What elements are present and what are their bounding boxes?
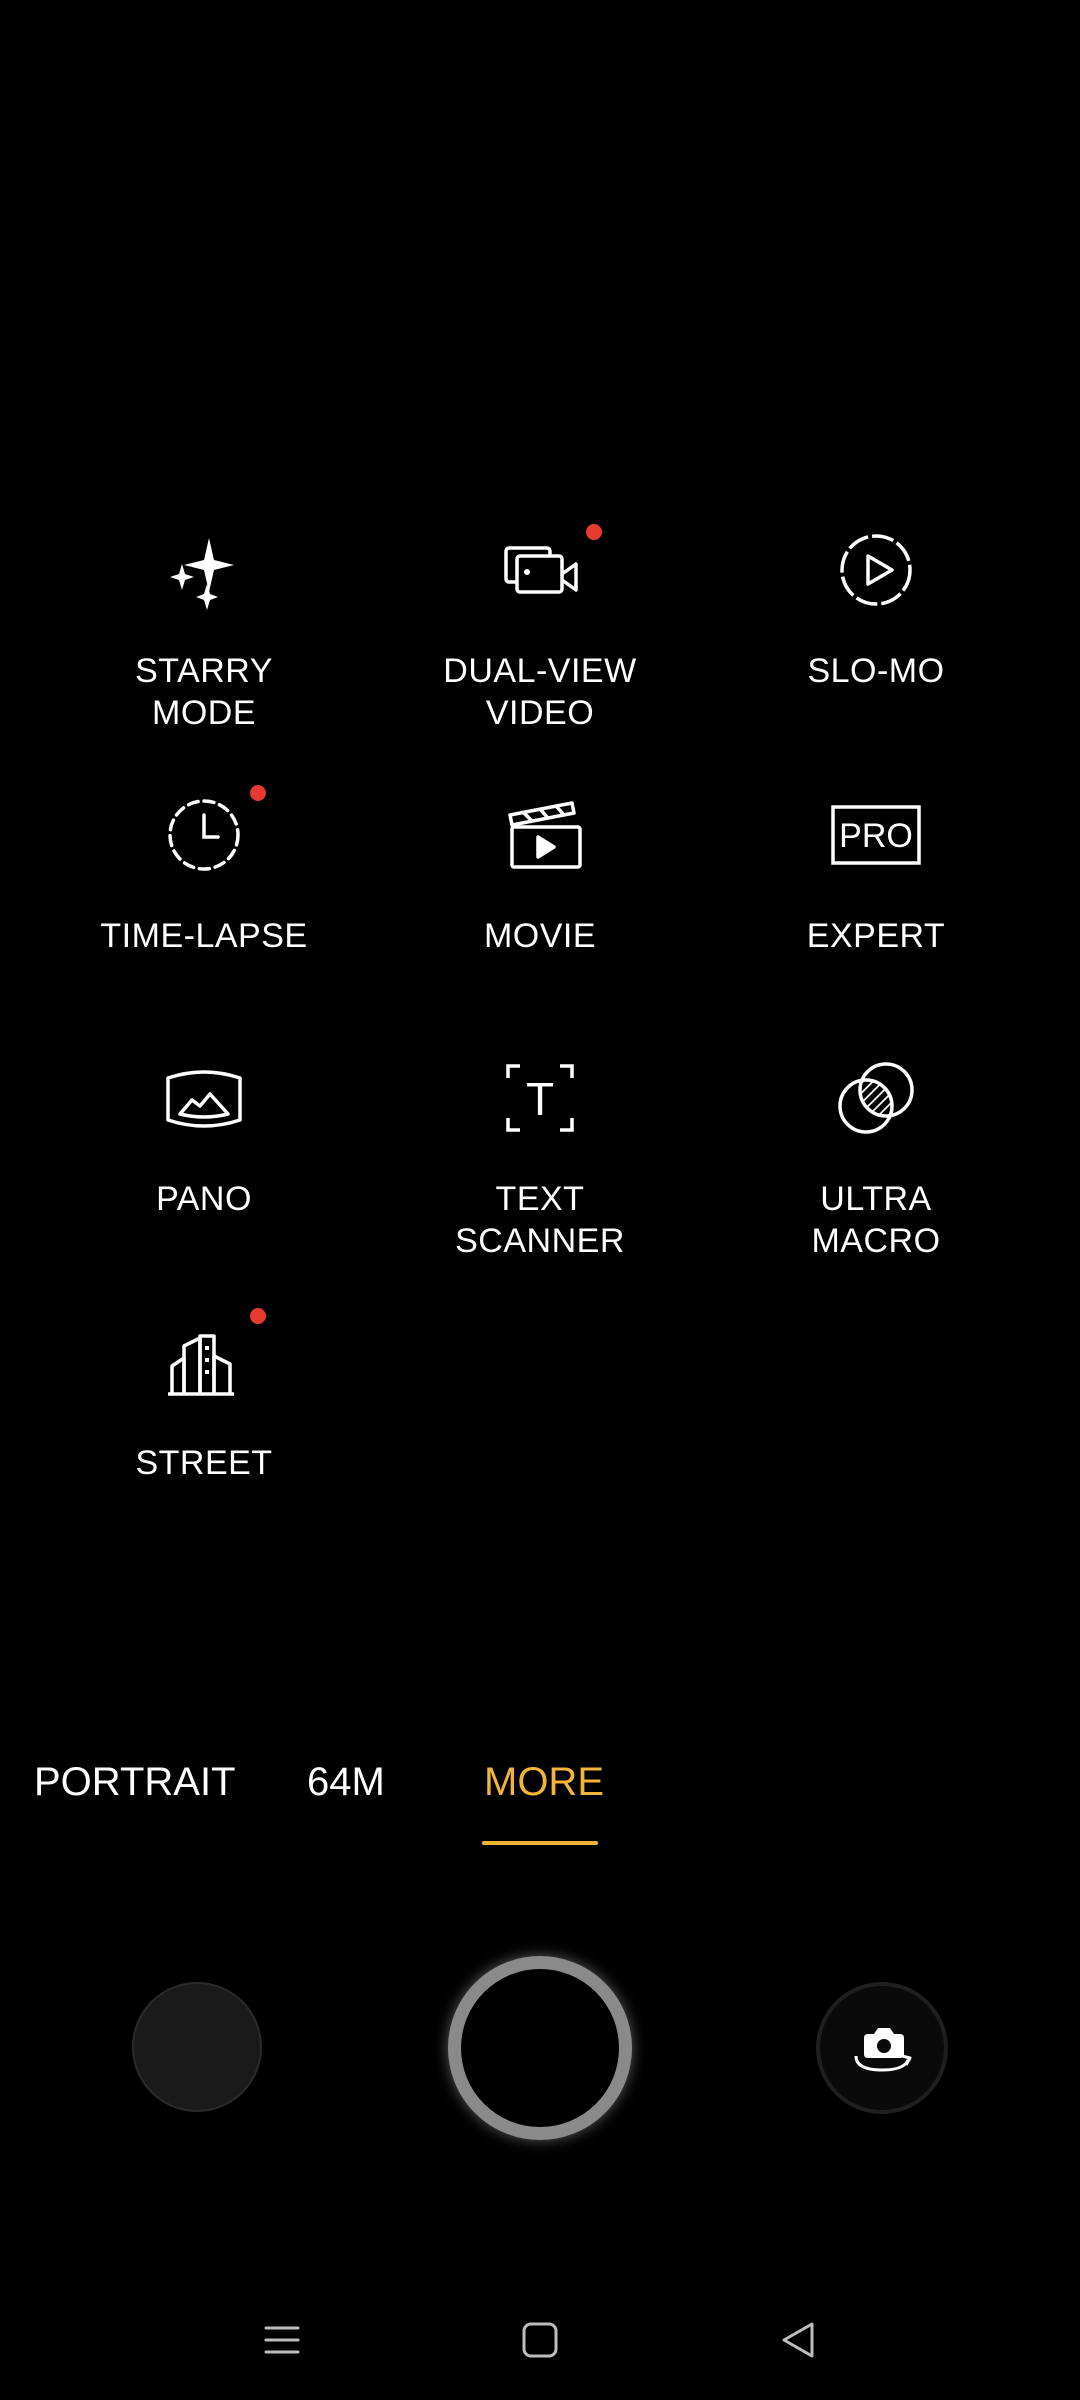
- mode-strip-64m[interactable]: 64M: [307, 1758, 385, 1806]
- mode-pano[interactable]: PANO: [36, 1048, 372, 1278]
- slo-mo-icon: [826, 520, 926, 620]
- sparkles-icon: [154, 520, 254, 620]
- mode-label: MOVIE: [483, 917, 597, 955]
- mode-label: EXPERT: [806, 917, 946, 955]
- text-scanner-icon: T: [490, 1048, 590, 1148]
- time-lapse-icon: [154, 785, 254, 885]
- nav-menu-button[interactable]: [242, 2302, 322, 2382]
- mode-strip: PORTRAIT 64M MORE: [0, 1740, 1080, 1860]
- mode-time-lapse[interactable]: TIME-LAPSE: [36, 785, 372, 1015]
- text-scanner-icon-text: T: [526, 1073, 554, 1125]
- pro-icon-text: PRO: [839, 817, 913, 855]
- switch-camera-button[interactable]: [816, 1982, 948, 2114]
- mode-ultra-macro[interactable]: ULTRA MACRO: [708, 1048, 1044, 1278]
- mode-strip-more[interactable]: MORE: [484, 1758, 604, 1806]
- mode-text-scanner[interactable]: T TEXT SCANNER: [372, 1048, 708, 1278]
- mode-label: PANO: [156, 1180, 252, 1218]
- mode-starry[interactable]: STARRY MODE: [36, 520, 372, 750]
- nav-back-button[interactable]: [758, 2302, 838, 2382]
- mode-expert[interactable]: PRO EXPERT: [708, 785, 1044, 1015]
- panorama-icon: [154, 1048, 254, 1148]
- clapperboard-icon: [490, 785, 590, 885]
- ultra-macro-icon: [826, 1048, 926, 1148]
- mode-label: STREET: [135, 1444, 273, 1482]
- mode-movie[interactable]: MOVIE: [372, 785, 708, 1015]
- shutter-button[interactable]: [448, 1956, 632, 2140]
- new-badge: [250, 785, 266, 801]
- nav-home-button[interactable]: [500, 2302, 580, 2382]
- mode-slo-mo[interactable]: SLO-MO: [708, 520, 1044, 750]
- mode-dual-view-video[interactable]: DUAL-VIEW VIDEO: [372, 520, 708, 750]
- back-icon: [776, 2318, 820, 2367]
- street-buildings-icon: [154, 1312, 254, 1412]
- menu-icon: [260, 2318, 304, 2367]
- mode-label: STARRY MODE: [135, 652, 273, 732]
- new-badge: [586, 524, 602, 540]
- mode-label: TEXT SCANNER: [455, 1180, 625, 1260]
- mode-label: ULTRA MACRO: [811, 1180, 941, 1260]
- system-nav-bar: [0, 2280, 1080, 2400]
- new-badge: [250, 1308, 266, 1324]
- mode-street[interactable]: STREET: [36, 1308, 372, 1542]
- home-icon: [518, 2318, 562, 2367]
- pro-icon: PRO: [826, 785, 926, 885]
- switch-camera-icon: [844, 2008, 920, 2089]
- mode-label: DUAL-VIEW VIDEO: [443, 652, 637, 732]
- mode-strip-portrait[interactable]: PORTRAIT: [34, 1758, 236, 1806]
- dual-view-video-icon: [490, 520, 590, 620]
- mode-label: SLO-MO: [807, 652, 945, 690]
- active-mode-indicator: [482, 1841, 598, 1845]
- gallery-thumbnail[interactable]: [132, 1982, 262, 2112]
- mode-label: TIME-LAPSE: [100, 917, 308, 955]
